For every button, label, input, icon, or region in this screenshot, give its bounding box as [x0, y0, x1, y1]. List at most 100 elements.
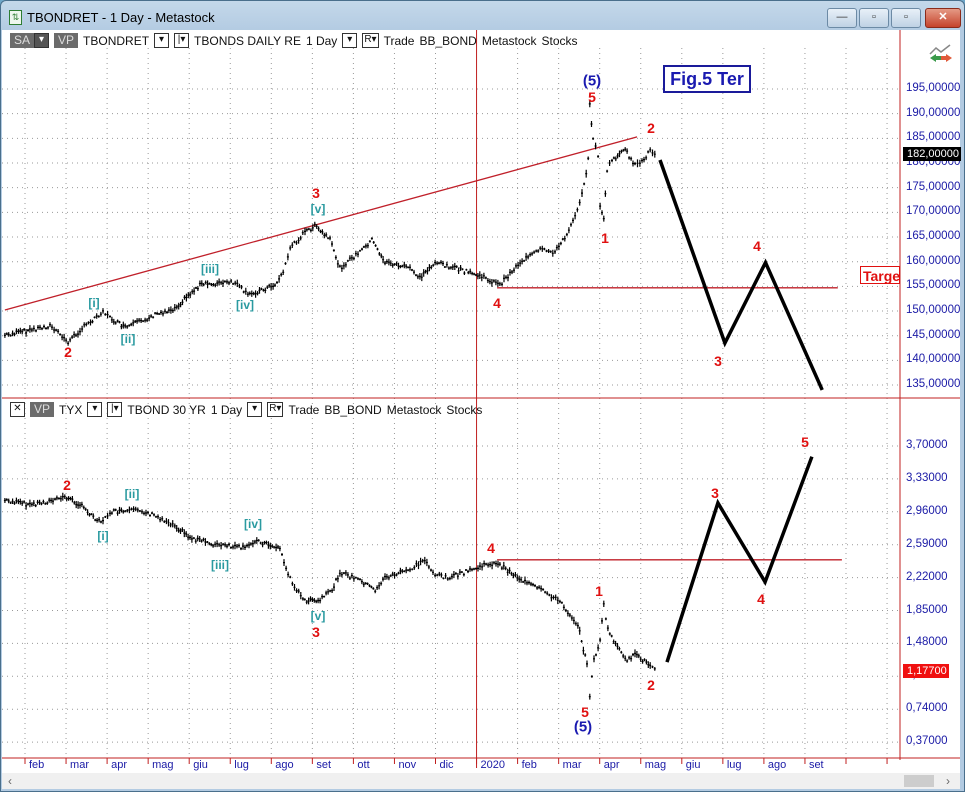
- period-label: 1 Day: [305, 33, 338, 48]
- indicator-dropdown-icon[interactable]: |▾: [107, 402, 123, 417]
- yield-tick-label: 2,22000: [906, 570, 948, 583]
- month-label: dic: [439, 759, 454, 771]
- lower-panel-toolbar: ✕ VP TYX ▾ |▾ TBOND 30 YR 1 Day ▾ R▾ Tra…: [10, 401, 482, 418]
- wave-label: 4: [493, 295, 501, 311]
- close-panel-button[interactable]: ✕: [10, 402, 25, 417]
- month-label: lug: [234, 759, 249, 771]
- lower-last-price: 1,17700: [903, 664, 949, 678]
- month-label: giu: [193, 759, 208, 771]
- indicator-dropdown-icon[interactable]: |▾: [174, 33, 190, 48]
- yield-tick-label: 1,85000: [906, 603, 948, 616]
- tbondret-projection-line: [658, 159, 824, 391]
- source-label: BB_BOND: [324, 402, 382, 417]
- subwave-label: [iii]: [211, 558, 229, 572]
- month-label: feb: [521, 759, 537, 771]
- type-label: Stocks: [541, 33, 578, 48]
- subwave-label: [v]: [310, 202, 326, 216]
- wave-label: 3: [312, 185, 320, 201]
- month-label: set: [316, 759, 332, 771]
- price-tick-label: 175,00000: [906, 180, 961, 193]
- subwave-label: [iv]: [236, 298, 254, 312]
- subwave-label: [iii]: [201, 262, 219, 276]
- price-tick-label: 165,00000: [906, 230, 961, 243]
- provider-label: Metastock: [386, 402, 442, 417]
- wave-label: 2: [647, 677, 655, 693]
- month-label: mag: [152, 759, 174, 771]
- vp-button[interactable]: VP: [30, 402, 55, 417]
- price-tick-label: 145,00000: [906, 328, 961, 341]
- cycle-label: (5): [582, 72, 602, 90]
- price-tick-label: 155,00000: [906, 279, 961, 292]
- symbol-dropdown-icon[interactable]: ▾: [87, 402, 103, 417]
- subwave-label: [ii]: [124, 487, 140, 501]
- month-label: lug: [726, 759, 742, 771]
- upper-trendline: [4, 136, 638, 311]
- scroll-right-icon[interactable]: ›: [946, 773, 950, 789]
- month-label: feb: [29, 759, 45, 771]
- security-name: TBONDS DAILY RE: [194, 33, 301, 48]
- month-label: ago: [767, 759, 787, 771]
- wave-label: 2: [64, 344, 72, 360]
- tyx-price-bars: [3, 492, 656, 700]
- month-label: ago: [275, 759, 294, 771]
- month-label: 2020: [480, 759, 506, 771]
- source-label: BB_BOND: [419, 33, 477, 48]
- price-tick-label: 195,00000: [906, 82, 961, 94]
- wave-label: 3: [312, 624, 320, 640]
- month-label: apr: [111, 759, 127, 771]
- price-tick-label: 150,00000: [906, 304, 961, 317]
- wave-label: 4: [757, 591, 765, 607]
- security-name: TBOND 30 YR: [127, 402, 206, 417]
- chart-canvas: [2, 30, 960, 768]
- price-tick-label: 185,00000: [906, 131, 961, 144]
- horizontal-scrollbar[interactable]: ‹ ›: [2, 773, 960, 789]
- target-label: Targe: [860, 266, 900, 284]
- symbol-label: TBONDRET: [83, 33, 150, 48]
- period-dropdown-icon[interactable]: ▾: [342, 33, 358, 48]
- wave-label: 4: [753, 238, 761, 254]
- tbondret-price-bars: [3, 100, 656, 346]
- period-label: 1 Day: [210, 402, 243, 417]
- yield-tick-label: 1,48000: [906, 636, 948, 649]
- figure-label: Fig.5 Ter: [663, 65, 751, 93]
- wave-label: 5: [801, 434, 809, 450]
- month-label: apr: [603, 759, 620, 771]
- sa-button[interactable]: SA: [10, 33, 35, 48]
- provider-label: Metastock: [481, 33, 537, 48]
- wave-label: 2: [647, 120, 655, 136]
- r-dropdown[interactable]: R▾: [267, 402, 284, 417]
- symbol-dropdown-icon[interactable]: ▾: [154, 33, 170, 48]
- vp-button[interactable]: VP: [54, 33, 79, 48]
- sa-dropdown-icon[interactable]: ▾: [34, 33, 50, 48]
- cycle-label: (5): [573, 718, 593, 736]
- price-tick-label: 160,00000: [906, 254, 961, 267]
- scrollbar-thumb[interactable]: [904, 775, 934, 787]
- yield-tick-label: 2,59000: [906, 537, 948, 550]
- month-label: mar: [562, 759, 582, 771]
- scroll-left-icon[interactable]: ‹: [8, 773, 12, 789]
- subwave-label: [iv]: [244, 517, 262, 531]
- month-label: giu: [685, 759, 701, 771]
- type-label: Stocks: [446, 402, 483, 417]
- yield-tick-label: 2,96000: [906, 504, 948, 517]
- wave-label: 5: [588, 89, 596, 105]
- yield-tick-label: 0,37000: [906, 735, 948, 748]
- wave-label: 3: [714, 353, 722, 369]
- month-label: nov: [398, 759, 417, 771]
- subwave-label: [ii]: [120, 332, 136, 346]
- period-dropdown-icon[interactable]: ▾: [247, 402, 263, 417]
- yield-tick-label: 3,70000: [906, 439, 948, 451]
- wave-label: 1: [601, 230, 609, 246]
- wave-label: 2: [63, 477, 71, 493]
- month-label: set: [808, 759, 824, 771]
- trade-label: Trade: [383, 33, 415, 48]
- quote-arrows-icon[interactable]: [928, 44, 954, 64]
- upper-panel-toolbar: SA ▾ VP TBONDRET ▾ |▾ TBONDS DAILY RE 1 …: [10, 32, 578, 49]
- trade-label: Trade: [288, 402, 320, 417]
- symbol-label: TYX: [59, 402, 83, 417]
- r-dropdown[interactable]: R▾: [362, 33, 379, 48]
- subwave-label: [i]: [97, 529, 109, 543]
- upper-last-price: 182,00000: [903, 147, 961, 161]
- price-tick-label: 190,00000: [906, 106, 961, 119]
- price-tick-label: 135,00000: [906, 378, 961, 391]
